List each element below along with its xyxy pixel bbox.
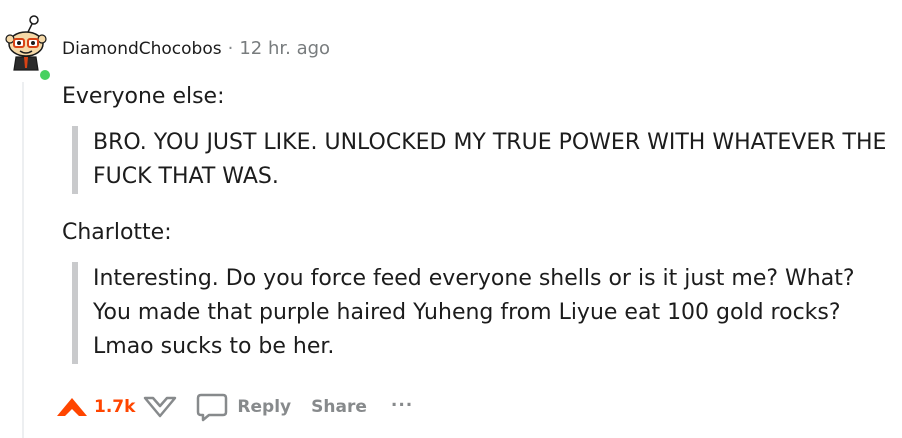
comment-body: Everyone else: BRO. YOU JUST LIKE. UNLOC… [62, 80, 892, 364]
comment-meta: DiamondChocobos · 12 hr. ago [62, 38, 330, 59]
online-status-dot [38, 68, 52, 82]
reply-label: Reply [237, 397, 292, 417]
more-options-button[interactable]: ... [391, 391, 413, 411]
share-button[interactable]: Share [311, 397, 367, 417]
thread-line[interactable] [22, 82, 24, 438]
username-link[interactable]: DiamondChocobos [62, 39, 222, 59]
vote-group: 1.7k [54, 392, 179, 422]
comment-actions: 1.7k Reply Share ... [54, 388, 413, 426]
snoo-avatar-icon [5, 15, 47, 71]
vote-score: 1.7k [94, 397, 136, 417]
downvote-arrow-icon[interactable] [141, 392, 179, 422]
paragraph-everyone-else: Everyone else: [62, 84, 225, 109]
timestamp-link[interactable]: 12 hr. ago [239, 38, 330, 59]
blockquote-1: BRO. YOU JUST LIKE. UNLOCKED MY TRUE POW… [72, 126, 892, 194]
blockquote-2: Interesting. Do you force feed everyone … [72, 262, 892, 364]
speech-bubble-icon [197, 393, 228, 422]
avatar[interactable] [4, 12, 52, 82]
reply-button[interactable]: Reply [195, 391, 291, 423]
paragraph-charlotte: Charlotte: [62, 220, 172, 245]
upvote-arrow-icon[interactable] [54, 392, 90, 422]
meta-separator: · [227, 38, 234, 59]
